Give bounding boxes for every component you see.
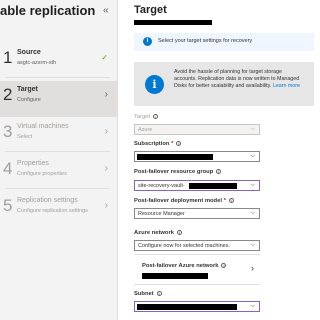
step-properties[interactable]: 4 Properties Configure properties ›	[0, 155, 117, 191]
deployment-model-label-text: Post-failover deployment model	[134, 198, 222, 205]
info-banner: i Select your target settings for recove…	[134, 33, 314, 51]
divider	[5, 77, 110, 78]
info-icon: i	[143, 37, 152, 46]
resource-group-dropdown[interactable]: site-recovery-vault- ⌵	[134, 180, 260, 191]
step-title: Properties	[17, 160, 49, 167]
page-title: Target	[134, 4, 167, 16]
azure-network-dropdown[interactable]: Configure now for selected machines. ⌵	[134, 240, 260, 251]
redacted-value	[142, 273, 208, 279]
subnet-label-text: Subnet	[134, 291, 154, 298]
divider	[5, 188, 110, 189]
checkmark-icon: ✓	[101, 53, 108, 62]
step-subtitle: Select	[17, 134, 33, 140]
info-icon[interactable]: i	[221, 263, 227, 268]
subnet-label: Subnet i	[134, 291, 162, 297]
redacted-subtitle	[134, 20, 212, 25]
target-dropdown: Azure ⌵	[134, 124, 260, 135]
subnet-dropdown[interactable]: ⌵	[134, 301, 260, 312]
step-number: 1	[3, 48, 13, 67]
post-failover-network-row[interactable]: Post-failover Azure network i ›	[134, 254, 260, 284]
chevron-right-icon: ›	[251, 263, 254, 273]
step-title: Target	[17, 86, 38, 93]
step-number: 2	[3, 85, 13, 104]
info-icon[interactable]: i	[156, 291, 162, 296]
subscription-dropdown[interactable]: ⌵	[134, 151, 260, 162]
step-number: 3	[3, 122, 13, 141]
subscription-label: Subscription * i	[134, 141, 182, 148]
azure-network-value: Configure now for selected machines.	[138, 242, 231, 249]
chevron-down-icon: ⌵	[250, 153, 255, 159]
step-virtual-machines[interactable]: 3 Virtual machines Select ›	[0, 118, 117, 154]
target-value: Azure	[138, 126, 153, 133]
wizard-title: able replication	[0, 3, 96, 18]
redacted-value	[137, 154, 213, 160]
step-source[interactable]: 1 Source asgtc-azsrm-sth ✓	[0, 44, 117, 80]
notice-text: Avoid the hassle of planning for target …	[174, 69, 304, 89]
chevron-down-icon: ⌵	[250, 303, 255, 309]
step-title: Replication settings	[17, 197, 78, 204]
deployment-model-dropdown[interactable]: Resource Manager ⌵	[134, 208, 260, 219]
resource-group-label-text: Post-failover resource group	[134, 169, 214, 176]
info-icon[interactable]: i	[176, 230, 182, 235]
step-title: Source	[17, 49, 41, 56]
divider	[134, 284, 260, 285]
chevron-down-icon: ⌵	[250, 182, 255, 188]
target-label-text: Target	[134, 114, 151, 121]
azure-network-label: Azure network i	[134, 230, 182, 236]
chevron-right-icon: ›	[104, 200, 108, 211]
chevron-down-icon: ⌵	[250, 126, 255, 132]
chevron-down-icon: ⌵	[250, 242, 255, 248]
azure-network-label-text: Azure network	[134, 230, 174, 237]
post-failover-network-label-text: Post-failover Azure network	[142, 263, 219, 270]
deployment-model-label: Post-failover deployment model * i	[134, 198, 234, 204]
subscription-label-text: Subscription	[134, 141, 170, 148]
step-number: 5	[3, 196, 13, 215]
required-marker: *	[171, 141, 174, 148]
divider	[5, 151, 110, 152]
info-icon[interactable]: i	[176, 141, 182, 146]
wizard-pane: able replication « 1 Source asgtc-azsrm-…	[0, 0, 118, 320]
step-subtitle: asgtc-azsrm-sth	[17, 60, 57, 66]
resource-group-label: Post-failover resource group i	[134, 169, 222, 176]
post-failover-network-label: Post-failover Azure network i	[142, 263, 227, 270]
redacted-value	[137, 304, 237, 310]
collapse-icon[interactable]: «	[103, 5, 109, 16]
chevron-down-icon: ⌵	[250, 210, 255, 216]
info-banner-text: Select your target settings for recovery	[158, 38, 253, 44]
step-subtitle: Configure replication settings	[17, 208, 88, 214]
target-label: Target i	[134, 114, 159, 121]
step-number: 4	[3, 159, 13, 178]
info-icon[interactable]: i	[216, 169, 222, 174]
step-subtitle: Configure properties	[17, 171, 67, 177]
chevron-right-icon: ›	[104, 163, 108, 174]
target-pane: Target i Select your target settings for…	[124, 0, 320, 320]
chevron-right-icon: ›	[104, 89, 108, 100]
redacted-value	[189, 183, 237, 189]
step-replication-settings[interactable]: 5 Replication settings Configure replica…	[0, 192, 117, 228]
deployment-model-value: Resource Manager	[138, 210, 185, 217]
resource-group-value: site-recovery-vault-	[138, 182, 185, 189]
info-icon[interactable]: i	[228, 198, 234, 203]
required-marker: *	[223, 198, 226, 205]
info-icon[interactable]: i	[153, 114, 159, 119]
learn-more-link[interactable]: Learn more	[273, 83, 300, 89]
chevron-right-icon: ›	[104, 126, 108, 137]
step-subtitle: Configure	[17, 97, 41, 103]
step-title: Virtual machines	[17, 123, 69, 130]
info-icon: i	[145, 75, 164, 94]
step-target[interactable]: 2 Target Configure ›	[0, 81, 117, 117]
managed-disks-notice: i Avoid the hassle of planning for targe…	[134, 62, 314, 106]
